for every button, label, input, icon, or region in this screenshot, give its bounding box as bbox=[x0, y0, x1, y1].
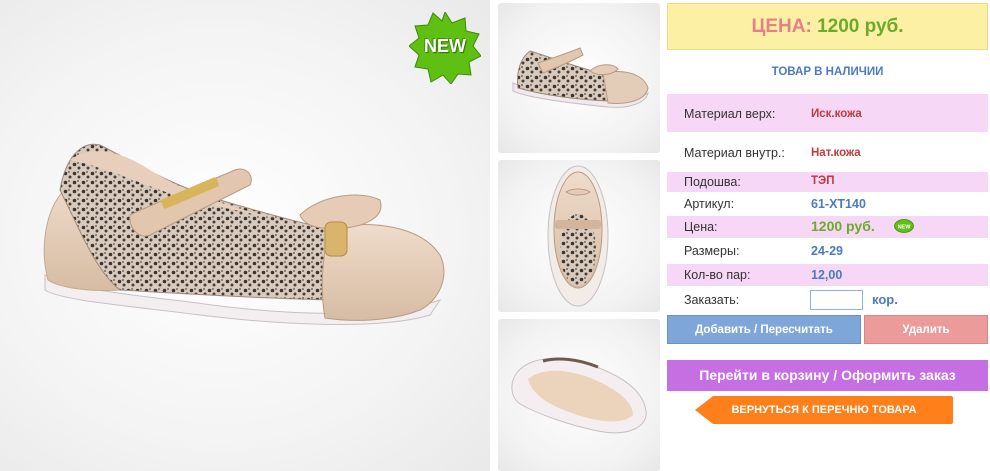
spec-key: Кол-во пар: bbox=[684, 268, 751, 282]
mini-new-label: NEW bbox=[898, 224, 912, 230]
spec-key: Подошва: bbox=[684, 175, 741, 189]
spec-value: 61-XT140 bbox=[811, 197, 866, 211]
main-product-image[interactable]: NEW bbox=[0, 0, 490, 471]
new-badge-label: NEW bbox=[424, 36, 466, 56]
spec-key: Цена: bbox=[684, 220, 718, 234]
order-label: Заказать: bbox=[684, 293, 740, 307]
spec-value: Нат.кожа bbox=[811, 147, 861, 159]
quantity-input[interactable] bbox=[810, 290, 863, 310]
shoe-thumb-side bbox=[512, 47, 649, 108]
spec-row-upper-material: Материал верх: Иск.кожа bbox=[667, 94, 988, 132]
spec-row-price: Цена: 1200 руб. NEW bbox=[667, 216, 988, 238]
spec-value: ТЭП bbox=[811, 175, 835, 187]
price-value: 1200 руб. bbox=[817, 16, 904, 37]
price-label: ЦЕНА: bbox=[751, 16, 812, 37]
spec-row-pairs: Кол-во пар: 12,00 bbox=[667, 264, 988, 286]
spec-row-sole: Подошва: ТЭП bbox=[667, 172, 988, 192]
thumbnail-sole[interactable] bbox=[498, 319, 660, 471]
spec-value: 12,00 bbox=[811, 268, 843, 282]
back-to-list-button[interactable]: ВЕРНУТЬСЯ К ПЕРЕЧНЮ ТОВАРА bbox=[695, 396, 953, 424]
spec-row-article: Артикул: 61-XT140 bbox=[667, 194, 988, 214]
delete-button[interactable]: Удалить bbox=[864, 315, 988, 344]
spec-key: Материал внутр.: bbox=[684, 146, 785, 160]
spec-key: Размеры: bbox=[684, 244, 740, 258]
shoe-thumb-top bbox=[547, 165, 609, 307]
spec-value: 1200 руб. bbox=[811, 218, 875, 234]
spec-value: 24-29 bbox=[811, 244, 843, 258]
shoe-thumb-sole bbox=[511, 357, 647, 434]
spec-key: Материал верх: bbox=[684, 107, 776, 121]
thumbnail-top[interactable] bbox=[498, 160, 660, 312]
price-header: ЦЕНА: 1200 руб. bbox=[667, 3, 988, 50]
spec-row-lining-material: Материал внутр.: Нат.кожа bbox=[667, 134, 988, 170]
quantity-unit: кор. bbox=[872, 292, 898, 307]
spec-key: Артикул: bbox=[684, 197, 735, 211]
add-recalculate-button[interactable]: Добавить / Пересчитать bbox=[667, 315, 861, 344]
new-badge: NEW bbox=[409, 12, 481, 84]
go-to-cart-button[interactable]: Перейти в корзину / Оформить заказ bbox=[667, 360, 988, 391]
spec-value: Иск.кожа bbox=[811, 108, 862, 120]
mini-new-icon: NEW bbox=[894, 219, 914, 233]
spec-row-sizes: Размеры: 24-29 bbox=[667, 240, 988, 262]
stock-status: ТОВАР В НАЛИЧИИ bbox=[771, 66, 884, 78]
product-info-panel: ЦЕНА: 1200 руб. ТОВАР В НАЛИЧИИ Материал… bbox=[667, 0, 988, 471]
thumbnail-side[interactable] bbox=[498, 3, 660, 153]
